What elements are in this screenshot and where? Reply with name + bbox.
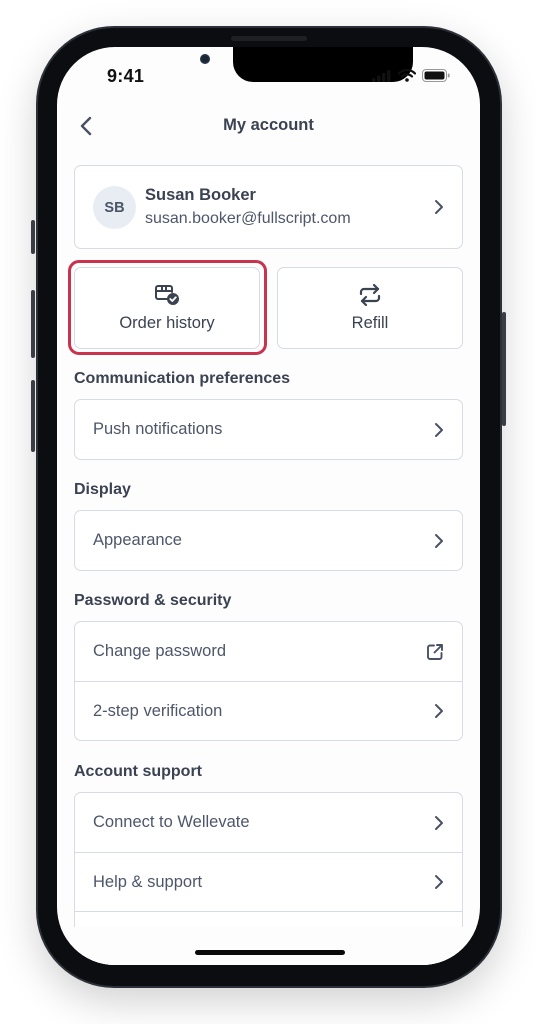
- screen: 9:41 My account SB Susan Booker susan.bo…: [57, 47, 480, 965]
- front-camera: [200, 54, 210, 64]
- profile-card[interactable]: SB Susan Booker susan.booker@fullscript.…: [74, 165, 463, 249]
- status-icons: [372, 69, 450, 82]
- package-check-icon: [155, 285, 179, 305]
- external-link-icon: [427, 643, 443, 660]
- push-notifications-row[interactable]: Push notifications: [75, 400, 462, 459]
- order-history-label: Order history: [119, 314, 215, 332]
- row-label: Appearance: [93, 531, 182, 549]
- avatar: SB: [93, 186, 136, 229]
- row-label: 2-step verification: [93, 701, 223, 720]
- section-title-account-support: Account support: [74, 763, 202, 780]
- chevron-right-icon: [435, 200, 443, 214]
- volume-down-button: [31, 380, 35, 452]
- profile-email: susan.booker@fullscript.com: [145, 210, 351, 227]
- order-history-button[interactable]: Order history: [74, 267, 260, 349]
- chevron-right-icon: [435, 875, 443, 889]
- change-password-row[interactable]: Change password: [75, 622, 462, 681]
- volume-up-button: [31, 290, 35, 358]
- cellular-signal-icon: [372, 69, 391, 82]
- section-title-password-security: Password & security: [74, 592, 232, 609]
- chevron-right-icon: [435, 422, 443, 437]
- appearance-row[interactable]: Appearance: [75, 511, 462, 570]
- silent-switch: [31, 220, 35, 254]
- connect-wellevate-row[interactable]: Connect to Wellevate: [75, 793, 462, 852]
- earpiece-speaker: [231, 36, 307, 41]
- refill-label: Refill: [351, 314, 389, 332]
- display-card: Appearance: [74, 510, 463, 571]
- help-support-row[interactable]: Help & support: [75, 852, 462, 911]
- nav-bar: My account: [57, 113, 480, 139]
- chevron-right-icon: [435, 704, 443, 718]
- two-step-verification-row[interactable]: 2-step verification: [75, 681, 462, 740]
- chevron-right-icon: [435, 815, 443, 830]
- section-title-display: Display: [74, 481, 131, 498]
- communication-card: Push notifications: [74, 399, 463, 460]
- status-time: 9:41: [107, 66, 145, 86]
- page-title: My account: [223, 116, 314, 134]
- row-label: Connect to Wellevate: [93, 813, 250, 831]
- battery-icon: [422, 69, 450, 82]
- power-button: [502, 312, 506, 426]
- wifi-icon: [398, 69, 416, 82]
- bottom-safe-area: [57, 927, 480, 965]
- chevron-right-icon: [435, 533, 443, 548]
- refill-button[interactable]: Refill: [277, 267, 463, 349]
- row-label: Change password: [93, 642, 226, 660]
- row-label: Help & support: [93, 872, 203, 891]
- password-security-card: Change password 2-step verification: [74, 621, 463, 741]
- repeat-arrows-icon: [359, 283, 381, 307]
- section-title-communication: Communication preferences: [74, 370, 291, 387]
- profile-name: Susan Booker: [145, 186, 256, 204]
- home-indicator[interactable]: [195, 950, 345, 955]
- row-label: Push notifications: [93, 420, 223, 438]
